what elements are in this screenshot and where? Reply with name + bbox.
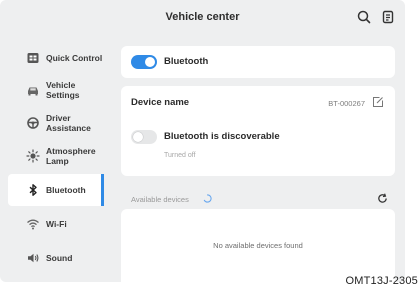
sidebar-item-bluetooth[interactable]: Bluetooth [8,174,104,206]
document-icon[interactable] [380,9,396,25]
sidebar-item-vehicle-settings[interactable]: Vehicle Settings [8,76,104,104]
speaker-icon [28,253,39,263]
bluetooth-label: Bluetooth [164,56,209,67]
sidebar-item-sound[interactable]: Sound [8,246,104,270]
active-indicator [101,174,104,206]
search-icon[interactable] [356,9,372,25]
sidebar-item-label: Vehicle Settings [46,80,80,100]
sidebar-item-quick-control[interactable]: Quick Control [8,44,104,72]
discoverable-label: Bluetooth is discoverable [164,131,280,142]
device-card: Device name BT-000267 Bluetooth is disco… [121,86,395,176]
vehicle-center-screen: Vehicle center Quick Control Vehicle Set… [0,0,405,282]
toggle-knob [145,57,155,67]
quick-control-icon [27,53,39,63]
discoverable-toggle[interactable] [131,130,157,144]
sidebar-item-label: Sound [46,253,73,263]
device-name-label: Device name [131,97,190,108]
sidebar-item-wifi[interactable]: Wi-Fi [8,212,104,236]
car-icon [28,87,38,96]
discoverable-status: Turned off [164,152,196,159]
bluetooth-icon [29,184,37,196]
sidebar-item-label: Bluetooth [46,185,86,195]
available-devices-card: No available devices found [121,209,395,282]
sun-lamp-icon [26,149,40,163]
available-devices-label: Available devices [131,195,189,204]
toggle-knob [133,132,143,142]
loading-spinner-icon [203,194,212,203]
sidebar-item-driver-assistance[interactable]: Driver Assistance [8,109,104,137]
steering-wheel-icon [27,117,39,129]
page-title: Vehicle center [165,11,240,23]
refresh-icon[interactable] [377,193,388,204]
sidebar-item-label: Wi-Fi [46,219,67,229]
sidebar-item-label: Driver Assistance [46,113,91,133]
figure-code: OMT13J-2305 [345,275,418,287]
empty-state-text: No available devices found [213,241,303,250]
sidebar-item-label: Quick Control [46,53,103,63]
bluetooth-toggle-card: Bluetooth [121,46,395,78]
wifi-icon [27,219,39,230]
header: Vehicle center [0,0,405,38]
sidebar-item-atmosphere-lamp[interactable]: Atmosphere Lamp [8,142,104,170]
sidebar-item-label: Atmosphere Lamp [46,146,96,166]
edit-icon[interactable] [372,96,384,108]
bluetooth-toggle[interactable] [131,55,157,69]
device-name-value: BT-000267 [328,99,365,108]
